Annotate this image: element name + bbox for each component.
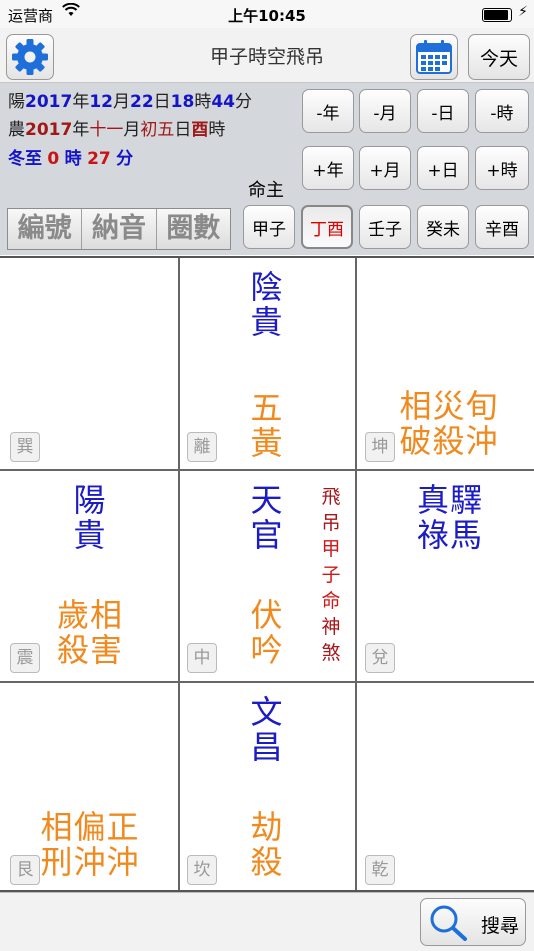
search-label: 搜尋 [481, 915, 520, 937]
zhen-top-star: 陽貴 [73, 481, 107, 554]
trigram-qian: 乾 [365, 855, 395, 885]
dui-top-stars: 真驛 祿馬 [416, 481, 483, 554]
pillar-button[interactable]: 甲子 [243, 205, 295, 249]
flying-caption: 飛 吊 甲 子 命 神 煞 [321, 486, 341, 664]
mode-tabs: 編號 納音 圈數 [7, 208, 231, 250]
minus-day-button[interactable]: -日 [417, 89, 469, 133]
solar-date: 陽2017年12月22日18時44分 [8, 92, 253, 112]
trigram-zhong: 中 [187, 643, 217, 673]
minus-year-button[interactable]: -年 [302, 89, 354, 133]
search-icon [430, 905, 467, 941]
plus-hour-button[interactable]: +時 [475, 146, 529, 190]
calendar-button[interactable] [410, 34, 458, 80]
zhong-top-star: 天官 [250, 481, 284, 554]
lunar-date: 農2017年十一月初五日酉時 [8, 120, 226, 140]
zhong-bottom-star: 伏吟 [250, 596, 284, 669]
clock: 上午10:45 [228, 7, 306, 25]
trigram-zhen: 震 [10, 643, 40, 673]
tab-nayin[interactable]: 納音 [82, 209, 157, 249]
pillar-button[interactable]: 癸未 [417, 205, 469, 249]
trigram-li: 離 [187, 432, 217, 462]
mingzhu-label: 命主 [248, 180, 284, 201]
date-info-panel: 陽2017年12月22日18時44分 農2017年十一月初五日酉時 冬至 0 時… [0, 83, 534, 255]
tab-number[interactable]: 編號 [8, 209, 83, 249]
kun-bottom-stars: 相災旬 破殺沖 [399, 387, 499, 460]
gen-bottom-stars: 相偏正 刑沖沖 [40, 808, 140, 881]
pillar-button[interactable]: 辛酉 [475, 205, 529, 249]
zhen-bottom-stars: 歲相 殺害 [56, 596, 123, 669]
bottom-toolbar: 搜尋 [0, 892, 534, 951]
calendar-icon [416, 40, 452, 74]
tab-cycles[interactable]: 圈數 [157, 209, 230, 249]
nav-bar: 甲子時空飛吊 今天 [0, 28, 534, 83]
solar-term: 冬至 0 時 27 分 [8, 149, 134, 169]
plus-year-button[interactable]: +年 [302, 146, 354, 190]
status-bar: 运营商 上午10:45 ⚡ [0, 0, 534, 28]
trigram-gen: 艮 [10, 855, 40, 885]
battery-icon [482, 8, 512, 22]
kan-top-star: 文昌 [250, 693, 284, 766]
plus-day-button[interactable]: +日 [417, 146, 469, 190]
minus-hour-button[interactable]: -時 [475, 89, 529, 133]
trigram-kan: 坎 [187, 855, 217, 885]
trigram-dui: 兌 [365, 643, 395, 673]
pillar-button[interactable]: 壬子 [359, 205, 411, 249]
plus-month-button[interactable]: +月 [359, 146, 411, 190]
trigram-kun: 坤 [365, 432, 395, 462]
charging-icon: ⚡ [518, 4, 528, 20]
li-top-star: 陰貴 [250, 268, 284, 341]
minus-month-button[interactable]: -月 [359, 89, 411, 133]
nine-palace-grid: 巽 陰貴 五黃 離 相災旬 破殺沖 坤 陽貴 歲相 殺害 震 天官 伏吟 飛 吊 甲… [0, 256, 534, 892]
today-button[interactable]: 今天 [468, 34, 530, 80]
li-bottom-star: 五黃 [250, 389, 284, 462]
kan-bottom-star: 劫殺 [250, 808, 284, 881]
trigram-xun: 巽 [10, 432, 40, 462]
pillar-button-selected[interactable]: 丁酉 [301, 205, 353, 249]
search-button[interactable]: 搜尋 [420, 898, 526, 946]
